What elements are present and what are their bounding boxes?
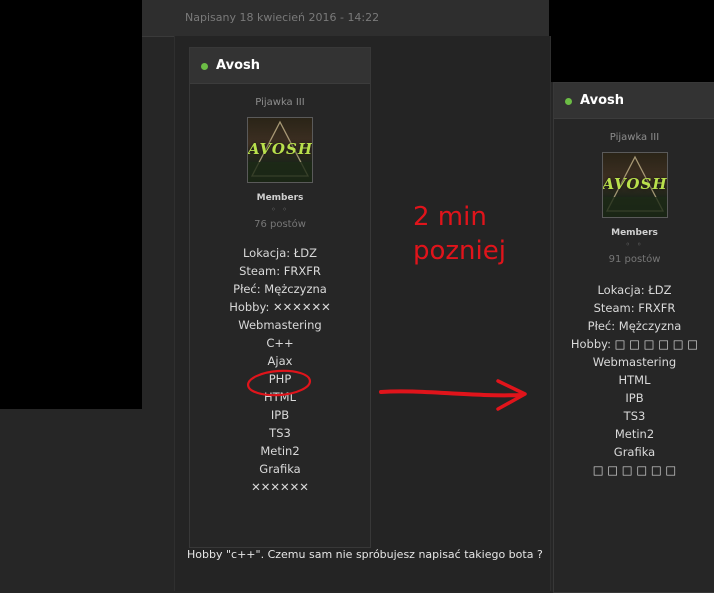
annotation-circle-mark	[246, 369, 312, 397]
annotation-overlay	[246, 369, 527, 411]
post-comment-text: Hobby "c++". Czemu sam nie spróbujesz na…	[187, 548, 543, 561]
annotation-arrow-mark	[379, 389, 524, 398]
